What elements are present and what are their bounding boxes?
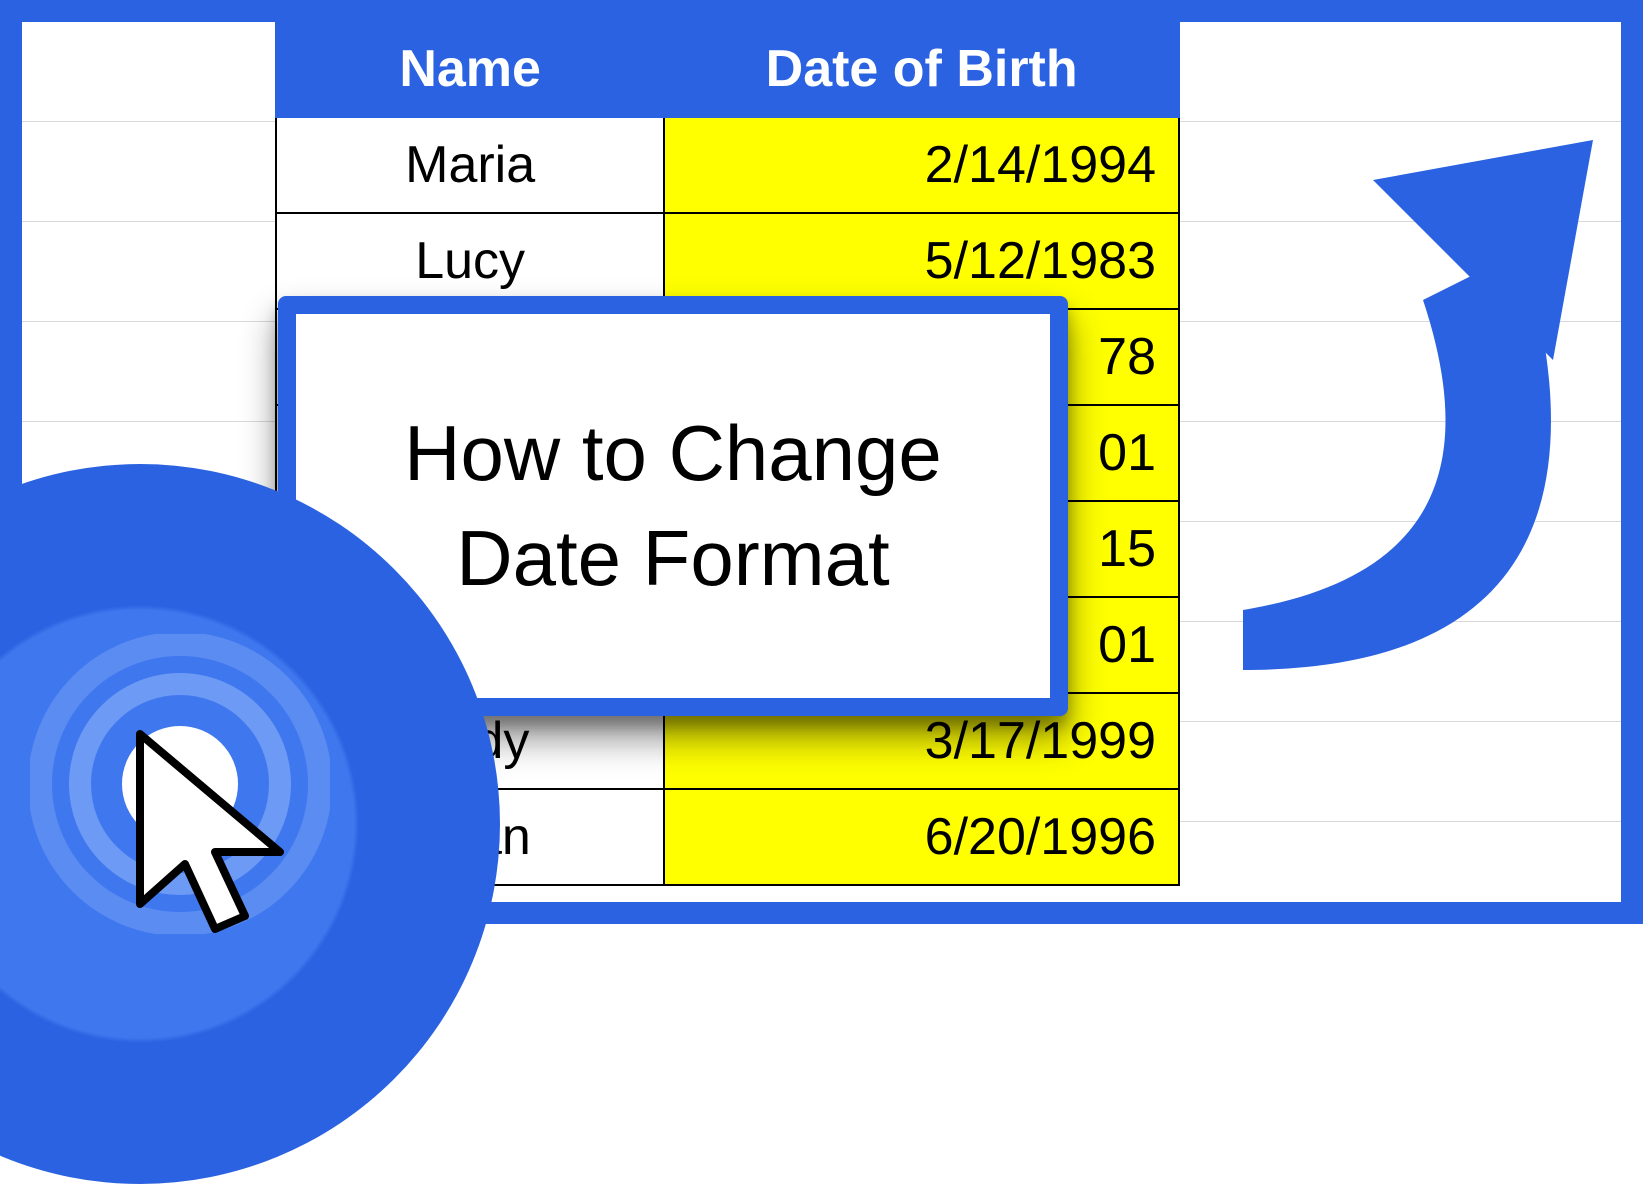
table-row[interactable]: Lucy 5/12/1983 [276,213,1179,309]
cell-dob[interactable]: 6/20/1996 [664,789,1179,885]
cell-name[interactable]: Lucy [276,213,664,309]
title-text: How to Change Date Format [404,401,942,612]
column-header-dob[interactable]: Date of Birth [664,21,1179,117]
table-header-row: Name Date of Birth [276,21,1179,117]
cursor-click-icon [120,724,320,944]
table-row[interactable]: Maria 2/14/1994 [276,117,1179,213]
cell-dob[interactable]: 2/14/1994 [664,117,1179,213]
cell-dob[interactable]: 5/12/1983 [664,213,1179,309]
cell-name[interactable]: Maria [276,117,664,213]
curved-arrow-icon [1123,110,1643,730]
column-header-name[interactable]: Name [276,21,664,117]
